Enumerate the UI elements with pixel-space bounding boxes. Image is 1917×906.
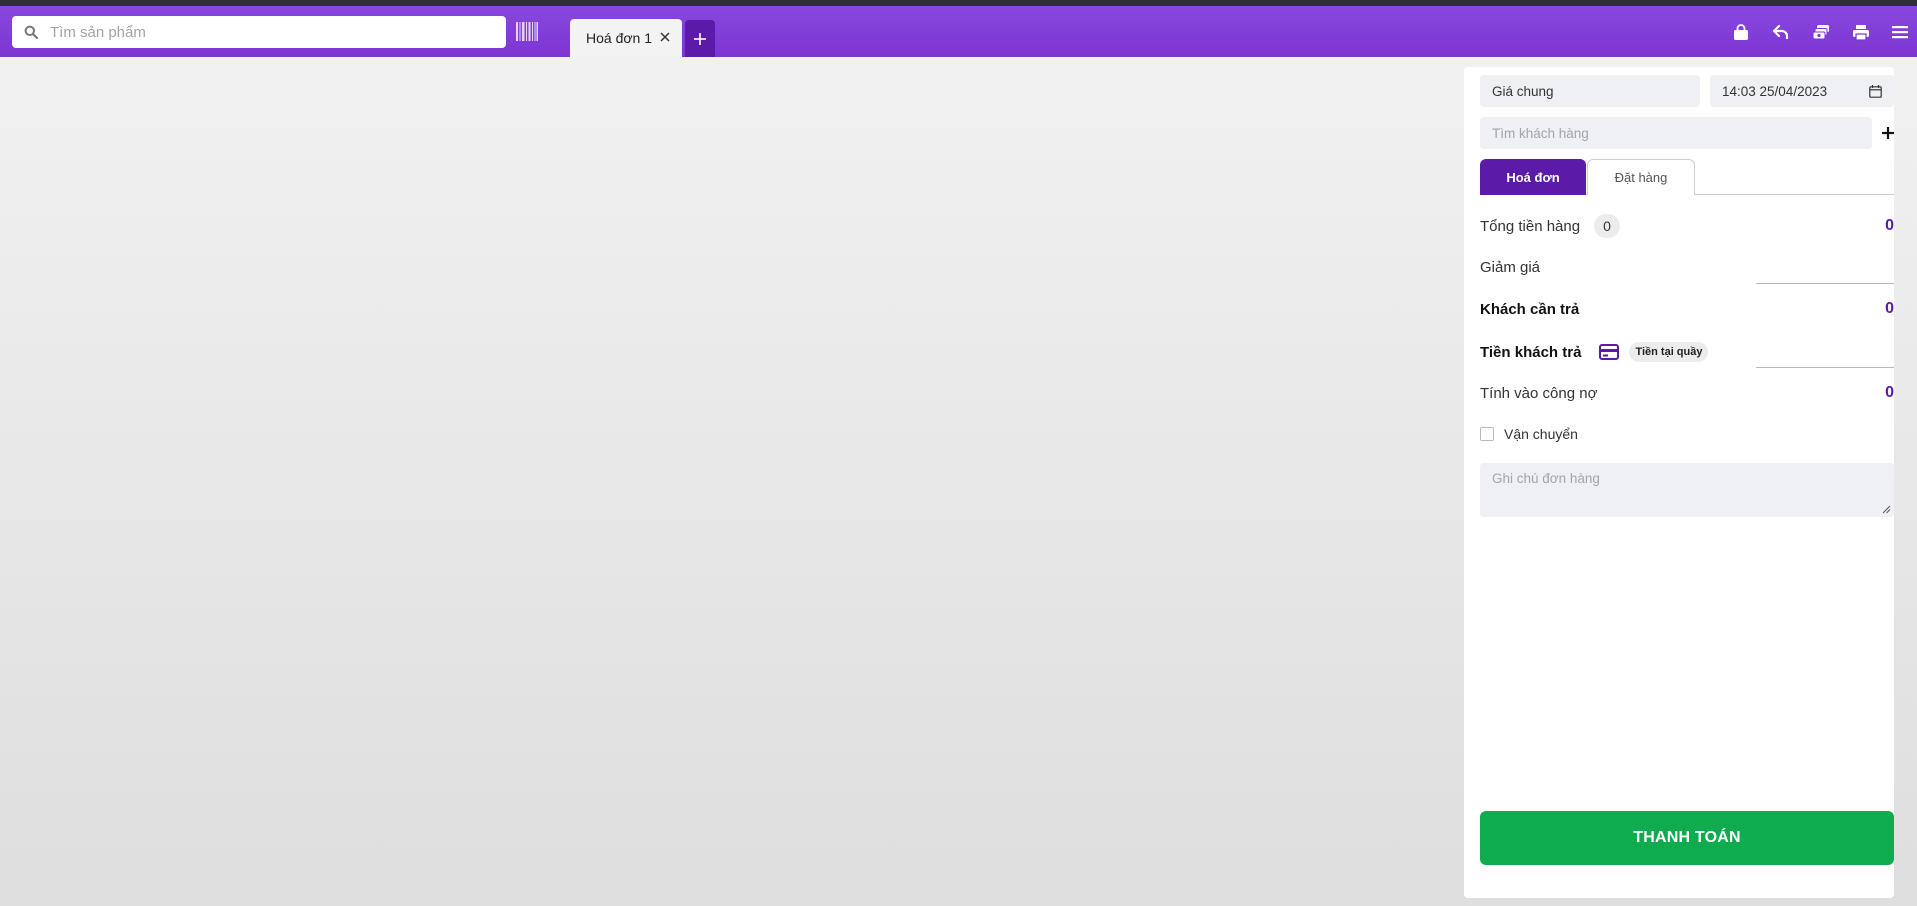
tab-invoice-1[interactable]: Hoá đơn 1 (570, 19, 682, 57)
order-note-placeholder: Ghi chú đơn hàng (1492, 471, 1600, 486)
total-count-badge: 0 (1594, 214, 1621, 238)
datetime-field[interactable]: 14:03 25/04/2023 (1710, 75, 1894, 107)
top-toolbar: Hoá đơn 1 (0, 6, 1917, 57)
customer-paid-label: Tiền khách trả (1480, 343, 1582, 361)
search-icon (24, 25, 38, 39)
payment-method-badge[interactable]: Tiền tại quầy (1629, 342, 1709, 362)
checkout-panel: Giá chung 14:03 25/04/2023 Tìm khách hàn… (1464, 67, 1894, 898)
discount-row: Giảm giá (1480, 255, 1894, 279)
discount-label: Giảm giá (1480, 258, 1541, 276)
shipping-label: Vận chuyển (1504, 426, 1578, 442)
tab-invoice[interactable]: Hoá đơn (1480, 159, 1586, 195)
customer-due-label: Khách cần trả (1480, 300, 1580, 318)
tab-order-label: Đặt hàng (1614, 170, 1668, 185)
price-list-select[interactable]: Giá chung (1480, 75, 1700, 107)
discount-input[interactable] (1756, 283, 1894, 284)
undo-icon[interactable] (1771, 22, 1791, 42)
debt-value: 0 (1885, 384, 1894, 401)
barcode-icon[interactable] (516, 22, 538, 41)
customer-due-row: Khách cần trả 0 (1480, 297, 1894, 321)
customer-search-placeholder: Tìm khách hàng (1492, 125, 1589, 141)
tab-label: Hoá đơn 1 (586, 30, 653, 46)
customer-paid-input[interactable] (1756, 367, 1894, 368)
money-stack-icon[interactable] (1811, 22, 1831, 42)
total-label: Tổng tiền hàng (1480, 217, 1581, 235)
resize-handle-icon[interactable] (1882, 505, 1891, 514)
product-search[interactable] (12, 16, 506, 48)
pay-button[interactable]: THANH TOÁN (1480, 811, 1894, 865)
pay-button-label: THANH TOÁN (1633, 829, 1741, 846)
credit-card-icon[interactable] (1599, 344, 1620, 360)
shipping-row: Vận chuyển (1480, 423, 1894, 445)
customer-search-input[interactable]: Tìm khách hàng (1480, 117, 1872, 149)
close-icon[interactable] (658, 30, 672, 44)
price-list-value: Giá chung (1492, 83, 1554, 99)
datetime-value: 14:03 25/04/2023 (1722, 83, 1828, 99)
debt-row: Tính vào công nợ 0 (1480, 381, 1894, 405)
add-customer-icon[interactable] (1881, 126, 1895, 140)
tab-invoice-label: Hoá đơn (1506, 169, 1560, 185)
customer-due-value: 0 (1885, 300, 1894, 317)
order-note-textarea[interactable]: Ghi chú đơn hàng (1480, 463, 1894, 517)
total-row: Tổng tiền hàng 0 0 (1480, 214, 1894, 238)
tab-order[interactable]: Đặt hàng (1587, 159, 1695, 195)
bag-icon[interactable] (1731, 22, 1751, 42)
plus-icon (694, 32, 706, 45)
total-value: 0 (1885, 217, 1894, 234)
calendar-icon[interactable] (1869, 85, 1882, 98)
add-tab-button[interactable] (685, 20, 715, 57)
debt-label: Tính vào công nợ (1480, 384, 1598, 402)
printer-icon[interactable] (1851, 22, 1871, 42)
shipping-checkbox[interactable] (1480, 427, 1494, 441)
menu-icon[interactable] (1890, 22, 1910, 42)
customer-paid-row: Tiền khách trả Tiền tại quầy (1480, 339, 1894, 365)
product-search-input[interactable] (50, 23, 490, 41)
